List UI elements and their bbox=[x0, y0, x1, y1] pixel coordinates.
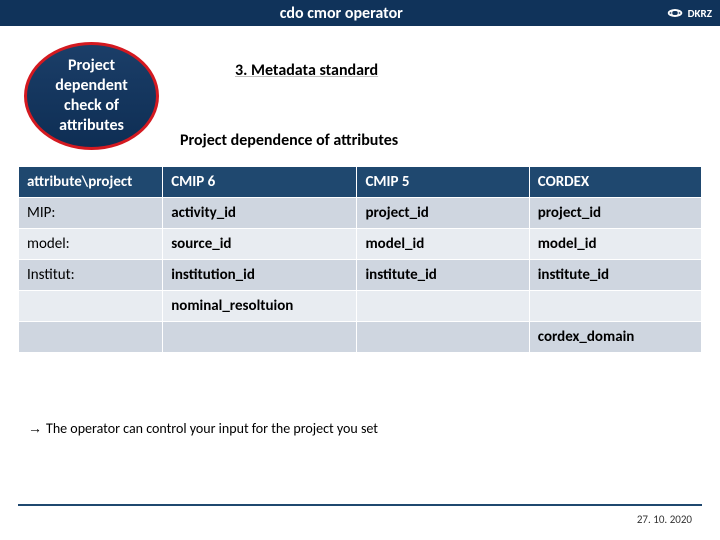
table-row: Institut: institution_id institute_id in… bbox=[19, 260, 702, 291]
table-cell bbox=[163, 322, 357, 353]
slide-header: cdo cmor operator DKRZ bbox=[0, 0, 720, 26]
footer-date: 27. 10. 2020 bbox=[637, 513, 692, 526]
attributes-table-wrap: attribute\project CMIP 6 CMIP 5 CORDEX M… bbox=[18, 166, 702, 353]
badge-ellipse: Project dependent check of attributes bbox=[24, 42, 159, 150]
table-header-cell: CMIP 5 bbox=[357, 167, 529, 198]
table-cell: MIP: bbox=[19, 198, 163, 229]
table-row: cordex_domain bbox=[19, 322, 702, 353]
table-cell: model: bbox=[19, 229, 163, 260]
table-cell: cordex_domain bbox=[529, 322, 701, 353]
table-cell: project_id bbox=[357, 198, 529, 229]
table-cell: institute_id bbox=[529, 260, 701, 291]
operator-note: →The operator can control your input for… bbox=[28, 420, 378, 437]
globe-icon bbox=[665, 5, 685, 21]
attributes-table: attribute\project CMIP 6 CMIP 5 CORDEX M… bbox=[18, 166, 702, 353]
table-header-cell: CORDEX bbox=[529, 167, 701, 198]
table-cell: model_id bbox=[529, 229, 701, 260]
table-cell bbox=[357, 291, 529, 322]
table-header-row: attribute\project CMIP 6 CMIP 5 CORDEX bbox=[19, 167, 702, 198]
table-header-cell: CMIP 6 bbox=[163, 167, 357, 198]
footer-divider bbox=[18, 504, 702, 506]
top-region: Project dependent check of attributes 3.… bbox=[0, 26, 720, 166]
table-cell: source_id bbox=[163, 229, 357, 260]
table-cell: model_id bbox=[357, 229, 529, 260]
logo: DKRZ bbox=[665, 5, 712, 21]
table-cell: institution_id bbox=[163, 260, 357, 291]
logo-text: DKRZ bbox=[688, 7, 712, 20]
table-cell: Institut: bbox=[19, 260, 163, 291]
badge-text: Project dependent check of attributes bbox=[35, 56, 148, 136]
arrow-icon: → bbox=[28, 420, 42, 436]
table-cell bbox=[357, 322, 529, 353]
subtitle-metadata-standard: 3. Metadata standard bbox=[235, 61, 378, 80]
table-cell bbox=[529, 291, 701, 322]
table-cell: institute_id bbox=[357, 260, 529, 291]
note-text: The operator can control your input for … bbox=[46, 420, 378, 437]
table-cell: activity_id bbox=[163, 198, 357, 229]
header-title: cdo cmor operator bbox=[270, 4, 403, 23]
table-row: model: source_id model_id model_id bbox=[19, 229, 702, 260]
table-cell bbox=[19, 322, 163, 353]
table-row: MIP: activity_id project_id project_id bbox=[19, 198, 702, 229]
table-header-cell: attribute\project bbox=[19, 167, 163, 198]
table-cell: project_id bbox=[529, 198, 701, 229]
table-cell: nominal_resoltuion bbox=[163, 291, 357, 322]
table-cell bbox=[19, 291, 163, 322]
subtitle-project-dependence: Project dependence of attributes bbox=[180, 131, 398, 150]
table-row: nominal_resoltuion bbox=[19, 291, 702, 322]
